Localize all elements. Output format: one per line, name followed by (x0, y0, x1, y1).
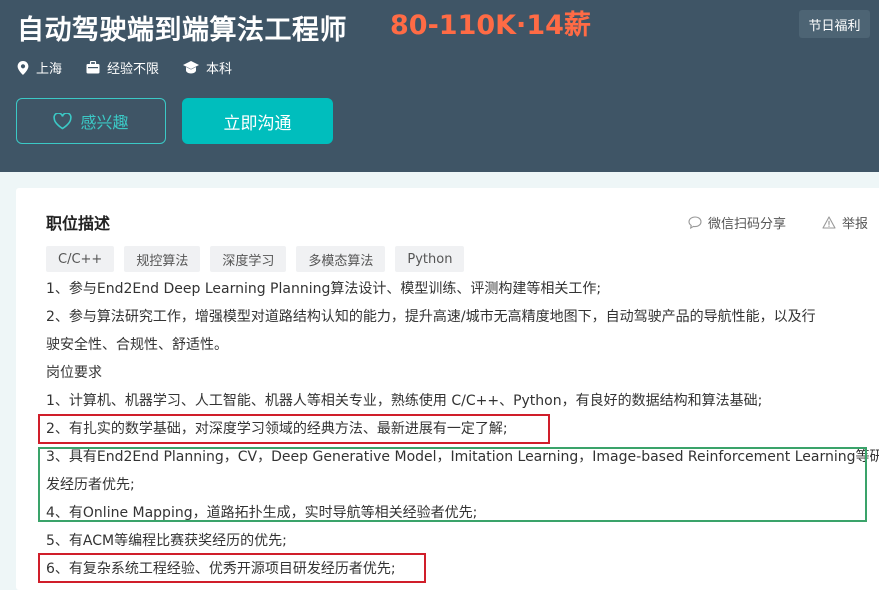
meta-location-text: 上海 (36, 62, 63, 77)
meta-location: 上海 (17, 58, 62, 77)
meta-education: 本科 (183, 58, 232, 77)
skill-tag[interactable]: Python (395, 246, 465, 272)
requirement-line: 1、计算机、机器学习、人工智能、机器人等相关专业，熟练使用 C/C++、Pyth… (46, 393, 763, 409)
interest-button-label: 感兴趣 (80, 113, 129, 132)
section-title: 职位描述 (46, 214, 111, 233)
skill-tag[interactable]: C/C++ (46, 246, 115, 272)
highlight-box-red (38, 553, 426, 583)
highlight-box-green (38, 447, 867, 522)
requirement-line: 5、有ACM等编程比赛获奖经历的优先; (46, 533, 287, 549)
chat-bubble-icon (688, 216, 702, 229)
job-meta: 上海 经验不限 本科 (17, 58, 256, 77)
interest-button[interactable]: 感兴趣 (16, 98, 166, 144)
skill-tags: C/C++ 规控算法 深度学习 多模态算法 Python (46, 246, 474, 272)
requirements-heading: 岗位要求 (46, 365, 102, 381)
warning-triangle-icon (822, 216, 836, 229)
skill-tag[interactable]: 深度学习 (210, 246, 287, 272)
job-title: 自动驾驶端到端算法工程师 (17, 15, 347, 46)
skill-tag[interactable]: 规控算法 (124, 246, 201, 272)
skill-tag[interactable]: 多模态算法 (296, 246, 386, 272)
location-pin-icon (17, 60, 29, 75)
salary: 80-110K·14薪 (390, 10, 591, 41)
briefcase-icon (86, 61, 100, 74)
chat-now-button[interactable]: 立即沟通 (182, 98, 333, 144)
meta-experience: 经验不限 (86, 58, 159, 77)
report-label: 举报 (842, 217, 869, 232)
meta-education-text: 本科 (206, 62, 233, 77)
description-line: 2、参与算法研究工作，增强模型对道路结构认知的能力，提升高速/城市无高精度地图下… (46, 309, 816, 325)
description-line: 1、参与End2End Deep Learning Planning算法设计、模… (46, 281, 602, 297)
meta-experience-text: 经验不限 (107, 62, 160, 77)
job-description-card: 职位描述 微信扫码分享 举报 C/C++ 规控算法 深度学习 多模态算法 Pyt… (16, 188, 879, 590)
heart-icon (53, 112, 73, 129)
highlight-box-red (38, 414, 550, 444)
job-header: 自动驾驶端到端算法工程师 80-110K·14薪 节日福利 上海 经验不限 本科 (0, 0, 879, 172)
benefit-badge: 节日福利 (799, 10, 870, 38)
share-label: 微信扫码分享 (708, 217, 787, 232)
graduation-cap-icon (183, 61, 200, 74)
report-link[interactable]: 举报 (822, 213, 868, 232)
wechat-share-link[interactable]: 微信扫码分享 (688, 213, 786, 232)
description-line: 驶安全性、合规性、舒适性。 (46, 337, 228, 353)
